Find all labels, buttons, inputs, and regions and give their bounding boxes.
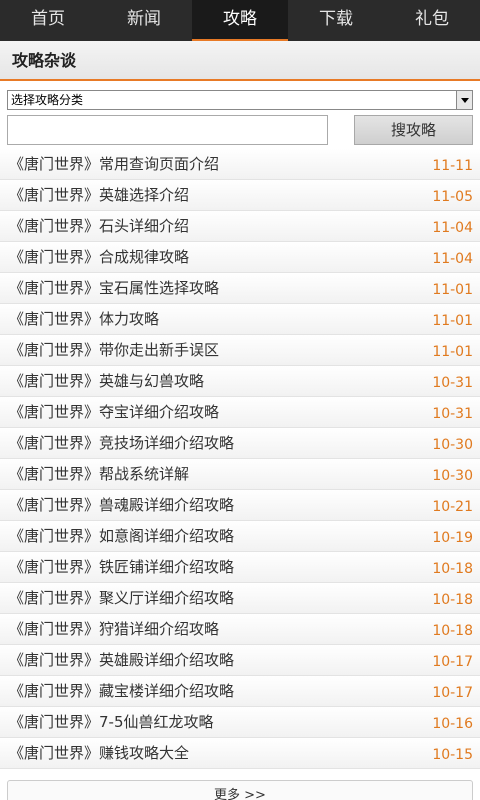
- dropdown-arrow-icon[interactable]: [456, 91, 472, 109]
- article-list-item[interactable]: 《唐门世界》宝石属性选择攻略 11-01: [0, 273, 480, 304]
- article-date: 10-30: [432, 437, 473, 453]
- article-title[interactable]: 《唐门世界》常用查询页面介绍: [9, 149, 219, 180]
- nav-tab-gifts[interactable]: 礼包: [384, 0, 480, 41]
- article-title[interactable]: 《唐门世界》聚义厅详细介绍攻略: [9, 583, 234, 614]
- category-select-value: 选择攻略分类: [11, 93, 84, 107]
- article-date: 11-11: [432, 158, 473, 174]
- article-title[interactable]: 《唐门世界》英雄与幻兽攻略: [9, 366, 204, 397]
- article-date: 10-17: [432, 685, 473, 701]
- article-list: 《唐门世界》常用查询页面介绍 11-11 《唐门世界》英雄选择介绍 11-05 《唐门世…: [0, 149, 480, 769]
- article-date: 11-01: [432, 282, 473, 298]
- search-input[interactable]: [7, 115, 328, 145]
- top-nav: 首页 新闻 攻略 下载 礼包: [0, 0, 480, 41]
- category-select[interactable]: 选择攻略分类: [7, 90, 473, 110]
- article-list-item[interactable]: 《唐门世界》带你走出新手误区 11-01: [0, 335, 480, 366]
- article-list-item[interactable]: 《唐门世界》竞技场详细介绍攻略 10-30: [0, 428, 480, 459]
- article-title[interactable]: 《唐门世界》石头详细介绍: [9, 211, 189, 242]
- article-title[interactable]: 《唐门世界》藏宝楼详细介绍攻略: [9, 676, 234, 707]
- article-title[interactable]: 《唐门世界》赚钱攻略大全: [9, 738, 189, 769]
- article-date: 11-01: [432, 313, 473, 329]
- article-title[interactable]: 《唐门世界》夺宝详细介绍攻略: [9, 397, 219, 428]
- article-date: 10-31: [432, 375, 473, 391]
- article-date: 11-04: [432, 251, 473, 267]
- article-list-item[interactable]: 《唐门世界》兽魂殿详细介绍攻略 10-21: [0, 490, 480, 521]
- article-date: 10-16: [432, 716, 473, 732]
- article-title[interactable]: 《唐门世界》带你走出新手误区: [9, 335, 219, 366]
- article-title[interactable]: 《唐门世界》英雄殿详细介绍攻略: [9, 645, 234, 676]
- article-list-item[interactable]: 《唐门世界》藏宝楼详细介绍攻略 10-17: [0, 676, 480, 707]
- article-title[interactable]: 《唐门世界》7-5仙兽红龙攻略: [9, 707, 214, 738]
- article-list-item[interactable]: 《唐门世界》英雄与幻兽攻略 10-31: [0, 366, 480, 397]
- article-list-item[interactable]: 《唐门世界》狩猎详细介绍攻略 10-18: [0, 614, 480, 645]
- article-title[interactable]: 《唐门世界》体力攻略: [9, 304, 159, 335]
- article-date: 10-30: [432, 468, 473, 484]
- article-title[interactable]: 《唐门世界》合成规律攻略: [9, 242, 189, 273]
- search-button[interactable]: 搜攻略: [354, 115, 473, 145]
- article-date: 10-19: [432, 530, 473, 546]
- article-date: 10-31: [432, 406, 473, 422]
- article-date: 10-15: [432, 747, 473, 763]
- nav-tab-news[interactable]: 新闻: [96, 0, 192, 41]
- article-list-item[interactable]: 《唐门世界》石头详细介绍 11-04: [0, 211, 480, 242]
- article-title[interactable]: 《唐门世界》铁匠铺详细介绍攻略: [9, 552, 234, 583]
- article-title[interactable]: 《唐门世界》帮战系统详解: [9, 459, 189, 490]
- more-button[interactable]: 更多 >>: [7, 780, 473, 800]
- article-list-item[interactable]: 《唐门世界》英雄选择介绍 11-05: [0, 180, 480, 211]
- article-date: 11-05: [432, 189, 473, 205]
- article-date: 10-18: [432, 592, 473, 608]
- section-title: 攻略杂谈: [0, 41, 480, 81]
- article-date: 11-04: [432, 220, 473, 236]
- article-list-item[interactable]: 《唐门世界》聚义厅详细介绍攻略 10-18: [0, 583, 480, 614]
- article-list-item[interactable]: 《唐门世界》夺宝详细介绍攻略 10-31: [0, 397, 480, 428]
- nav-tab-home[interactable]: 首页: [0, 0, 96, 41]
- article-title[interactable]: 《唐门世界》如意阁详细介绍攻略: [9, 521, 234, 552]
- article-date: 10-17: [432, 654, 473, 670]
- article-date: 10-18: [432, 561, 473, 577]
- article-list-item[interactable]: 《唐门世界》英雄殿详细介绍攻略 10-17: [0, 645, 480, 676]
- article-title[interactable]: 《唐门世界》竞技场详细介绍攻略: [9, 428, 234, 459]
- article-title[interactable]: 《唐门世界》英雄选择介绍: [9, 180, 189, 211]
- article-list-item[interactable]: 《唐门世界》7-5仙兽红龙攻略 10-16: [0, 707, 480, 738]
- nav-tab-download[interactable]: 下载: [288, 0, 384, 41]
- article-title[interactable]: 《唐门世界》宝石属性选择攻略: [9, 273, 219, 304]
- article-date: 10-18: [432, 623, 473, 639]
- article-title[interactable]: 《唐门世界》狩猎详细介绍攻略: [9, 614, 219, 645]
- article-date: 10-21: [432, 499, 473, 515]
- article-list-item[interactable]: 《唐门世界》帮战系统详解 10-30: [0, 459, 480, 490]
- article-list-item[interactable]: 《唐门世界》铁匠铺详细介绍攻略 10-18: [0, 552, 480, 583]
- article-title[interactable]: 《唐门世界》兽魂殿详细介绍攻略: [9, 490, 234, 521]
- article-list-item[interactable]: 《唐门世界》体力攻略 11-01: [0, 304, 480, 335]
- article-list-item[interactable]: 《唐门世界》常用查询页面介绍 11-11: [0, 149, 480, 180]
- article-list-item[interactable]: 《唐门世界》如意阁详细介绍攻略 10-19: [0, 521, 480, 552]
- nav-tab-guides[interactable]: 攻略: [192, 0, 288, 41]
- article-list-item[interactable]: 《唐门世界》赚钱攻略大全 10-15: [0, 738, 480, 769]
- article-date: 11-01: [432, 344, 473, 360]
- article-list-item[interactable]: 《唐门世界》合成规律攻略 11-04: [0, 242, 480, 273]
